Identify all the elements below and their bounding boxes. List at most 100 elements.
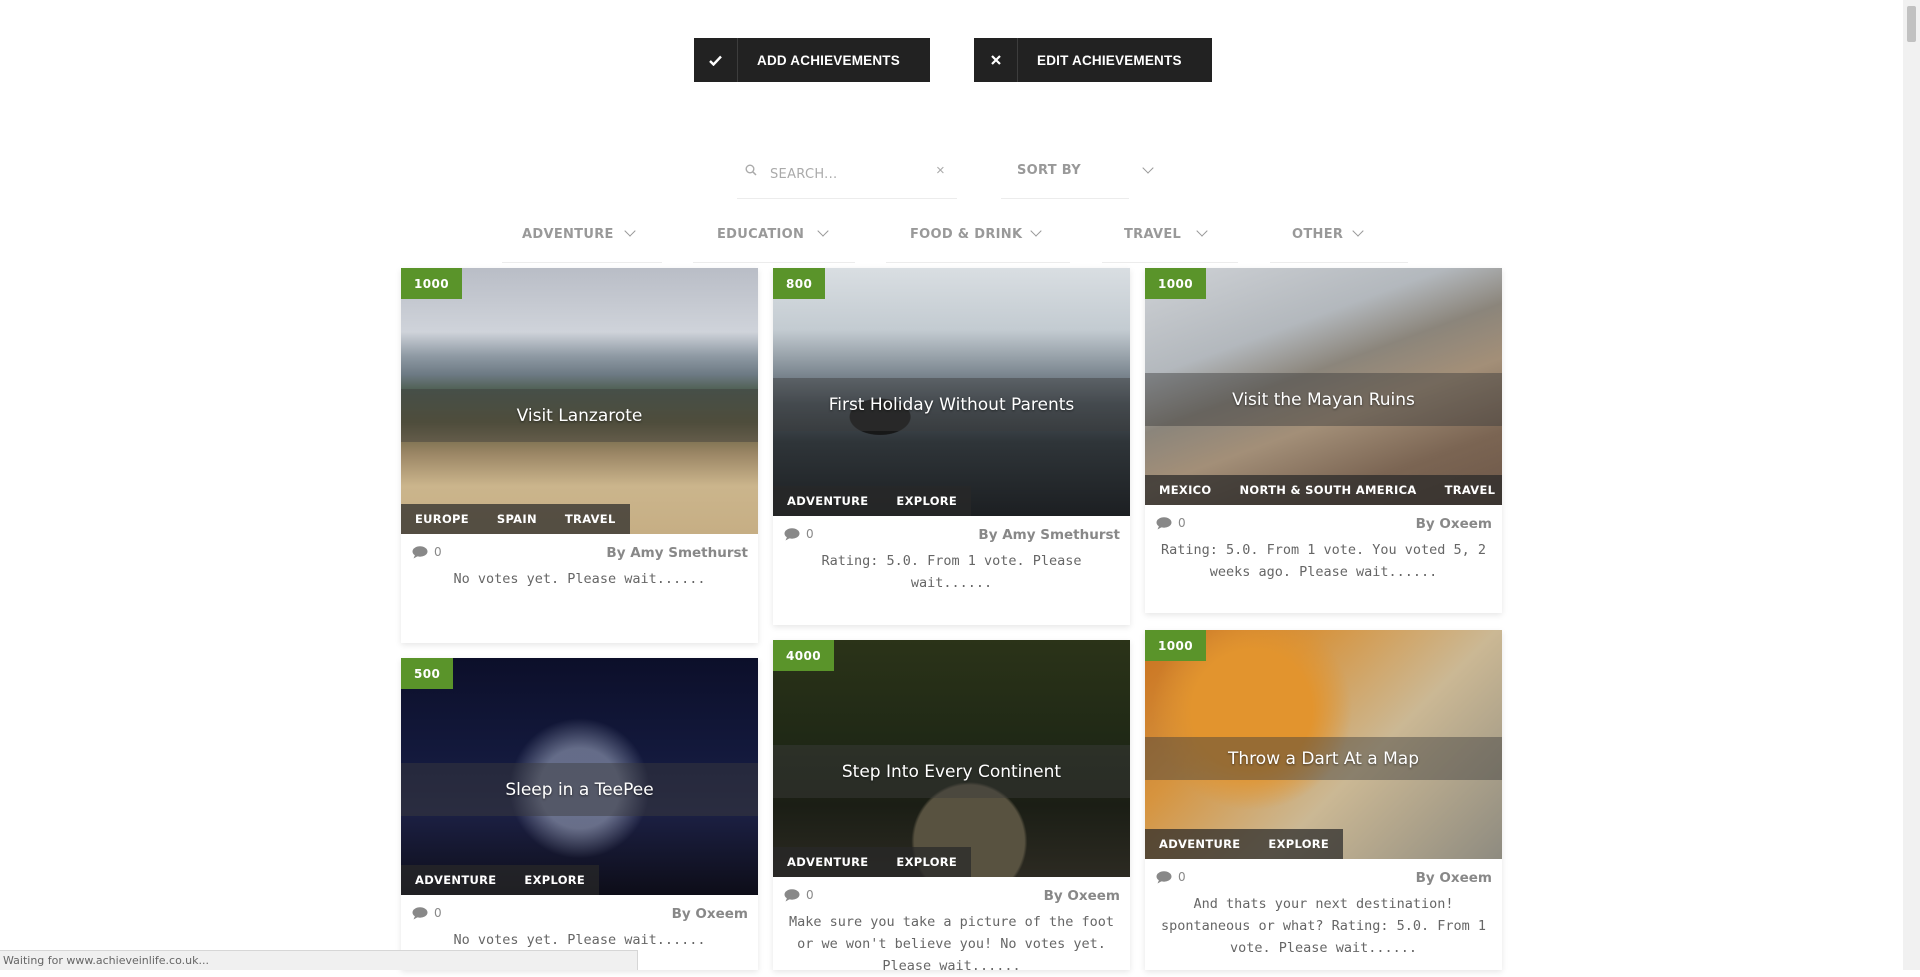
card-title[interactable]: Sleep in a TeePee — [505, 780, 653, 800]
tag[interactable]: SPAIN — [483, 504, 551, 534]
add-achievements-button[interactable]: ADD ACHIEVEMENTS — [694, 38, 930, 82]
tag[interactable]: ADVENTURE — [401, 865, 510, 895]
check-icon — [694, 38, 738, 82]
card-meta: 0 By Oxeem — [1145, 859, 1502, 893]
points-badge: 800 — [773, 268, 826, 299]
card-meta: 0 By Oxeem — [401, 895, 758, 929]
scrollbar-thumb[interactable] — [1907, 6, 1916, 42]
chevron-down-icon — [1196, 225, 1208, 237]
comment-icon[interactable] — [1156, 517, 1172, 530]
tag[interactable]: TRAVEL — [551, 504, 630, 534]
title-band: Step Into Every Continent — [773, 745, 1130, 798]
tag[interactable]: EUROPE — [401, 504, 483, 534]
sort-dropdown[interactable]: SORT BY — [1001, 148, 1154, 199]
chevron-down-icon — [1030, 225, 1042, 237]
sort-label: SORT BY — [1017, 163, 1081, 178]
achievement-card[interactable]: 1000 Visit Lanzarote EUROPE SPAIN TRAVEL… — [401, 268, 758, 643]
card-description: And thats your next destination! spontan… — [1160, 896, 1487, 956]
comment-count: 0 — [434, 906, 442, 920]
chevron-down-icon — [624, 225, 636, 237]
card-meta: 0 By Oxeem — [1145, 505, 1502, 539]
filter-education[interactable]: EDUCATION — [693, 210, 855, 263]
tag-list: EUROPE SPAIN TRAVEL — [401, 504, 630, 534]
tag[interactable]: MEXICO — [1145, 475, 1225, 505]
filter-label: OTHER — [1292, 227, 1344, 242]
filter-other[interactable]: OTHER — [1270, 210, 1408, 263]
card-image[interactable]: 1000 Visit Lanzarote EUROPE SPAIN TRAVEL — [401, 268, 758, 534]
comment-icon[interactable] — [784, 528, 800, 541]
filter-label: FOOD & DRINK — [910, 227, 1023, 242]
filter-food-drink[interactable]: FOOD & DRINK — [886, 210, 1070, 263]
tag[interactable]: NORTH & SOUTH AMERICA — [1225, 475, 1430, 505]
card-title[interactable]: Visit Lanzarote — [517, 406, 643, 426]
card-image[interactable]: 4000 Step Into Every Continent ADVENTURE… — [773, 640, 1130, 877]
tag[interactable]: TRAVEL — [1431, 475, 1502, 505]
browser-status-bar: Waiting for www.achieveinlife.co.uk... — [0, 950, 638, 970]
points-badge: 1000 — [1145, 630, 1206, 661]
tag-list: ADVENTURE EXPLORE — [1145, 829, 1344, 859]
author[interactable]: By Oxeem — [672, 906, 748, 922]
title-band: Throw a Dart At a Map — [1145, 737, 1502, 780]
chevron-down-icon — [1142, 162, 1154, 174]
tag[interactable]: EXPLORE — [882, 847, 971, 877]
tag[interactable]: ADVENTURE — [773, 486, 882, 516]
achievement-card[interactable]: 1000 Visit the Mayan Ruins MEXICO NORTH … — [1145, 268, 1502, 613]
tag[interactable]: EXPLORE — [510, 865, 599, 895]
card-title[interactable]: First Holiday Without Parents — [829, 395, 1075, 415]
card-description: No votes yet. Please wait...... — [453, 571, 706, 587]
close-icon — [974, 38, 1018, 82]
search-input[interactable] — [768, 162, 922, 186]
tag-list: ADVENTURE EXPLORE — [401, 865, 600, 895]
page-scrollbar[interactable] — [1903, 0, 1920, 970]
achievement-card[interactable]: 1000 Throw a Dart At a Map ADVENTURE EXP… — [1145, 630, 1502, 970]
author[interactable]: By Amy Smethurst — [978, 527, 1120, 543]
comment-count: 0 — [806, 888, 814, 902]
card-image[interactable]: 1000 Visit the Mayan Ruins MEXICO NORTH … — [1145, 268, 1502, 505]
title-band: Visit the Mayan Ruins — [1145, 373, 1502, 426]
comment-icon[interactable] — [784, 889, 800, 902]
card-description: No votes yet. Please wait...... — [453, 932, 706, 948]
comment-count: 0 — [806, 527, 814, 541]
filter-label: ADVENTURE — [522, 227, 614, 242]
tag-list: ADVENTURE EXPLORE — [773, 847, 972, 877]
author[interactable]: By Oxeem — [1416, 870, 1492, 886]
points-badge: 500 — [401, 658, 454, 689]
author[interactable]: By Oxeem — [1416, 516, 1492, 532]
comment-icon[interactable] — [412, 907, 428, 920]
card-image[interactable]: 1000 Throw a Dart At a Map ADVENTURE EXP… — [1145, 630, 1502, 859]
tag-list: ADVENTURE EXPLORE — [773, 486, 972, 516]
achievement-card[interactable]: 800 First Holiday Without Parents ADVENT… — [773, 268, 1130, 625]
edit-achievements-button[interactable]: EDIT ACHIEVEMENTS — [974, 38, 1212, 82]
tag[interactable]: EXPLORE — [882, 486, 971, 516]
tag[interactable]: EXPLORE — [1254, 829, 1343, 859]
card-image[interactable]: 500 Sleep in a TeePee ADVENTURE EXPLORE — [401, 658, 758, 895]
points-badge: 1000 — [401, 268, 462, 299]
add-achievements-label: ADD ACHIEVEMENTS — [757, 52, 900, 68]
filter-adventure[interactable]: ADVENTURE — [502, 210, 662, 263]
tag[interactable]: ADVENTURE — [773, 847, 882, 877]
title-band: Sleep in a TeePee — [401, 763, 758, 816]
card-title[interactable]: Throw a Dart At a Map — [1228, 749, 1419, 769]
card-meta: 0 By Amy Smethurst — [773, 516, 1130, 550]
chevron-down-icon — [817, 225, 829, 237]
comment-count: 0 — [1178, 516, 1186, 530]
card-title[interactable]: Step Into Every Continent — [842, 762, 1061, 782]
clear-search-icon[interactable]: × — [936, 162, 945, 179]
filter-travel[interactable]: TRAVEL — [1102, 210, 1238, 263]
search-box: × — [737, 148, 957, 199]
author[interactable]: By Amy Smethurst — [606, 545, 748, 561]
comment-count: 0 — [434, 545, 442, 559]
tag[interactable]: ADVENTURE — [1145, 829, 1254, 859]
points-badge: 4000 — [773, 640, 834, 671]
author[interactable]: By Oxeem — [1044, 888, 1120, 904]
search-icon — [745, 164, 757, 176]
achievement-card[interactable]: 500 Sleep in a TeePee ADVENTURE EXPLORE … — [401, 658, 758, 970]
achievement-card[interactable]: 4000 Step Into Every Continent ADVENTURE… — [773, 640, 1130, 974]
title-band: First Holiday Without Parents — [773, 378, 1130, 431]
comment-icon[interactable] — [412, 546, 428, 559]
card-title[interactable]: Visit the Mayan Ruins — [1232, 390, 1415, 410]
card-image[interactable]: 800 First Holiday Without Parents ADVENT… — [773, 268, 1130, 516]
comment-icon[interactable] — [1156, 871, 1172, 884]
edit-achievements-label: EDIT ACHIEVEMENTS — [1037, 52, 1182, 68]
card-description: Rating: 5.0. From 1 vote. You voted 5, 2… — [1160, 542, 1487, 580]
